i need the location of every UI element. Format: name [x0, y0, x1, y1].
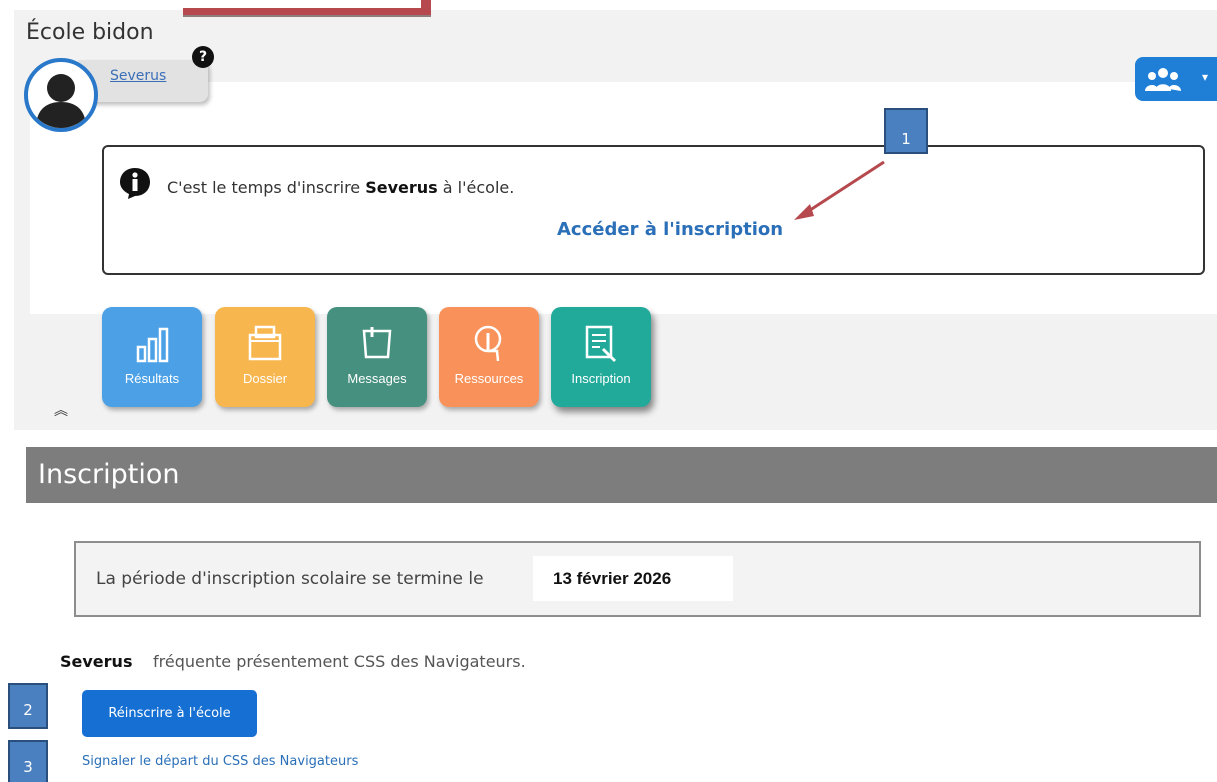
users-group-icon — [1145, 68, 1181, 91]
callout-marker-1: 1 — [884, 108, 928, 154]
tile-label: Messages — [347, 371, 407, 386]
caret-down-icon: ▾ — [1202, 70, 1209, 84]
annotation-arrow — [794, 160, 885, 220]
folder-icon — [248, 325, 282, 361]
annotation-line — [183, 8, 431, 17]
person-silhouette-icon — [36, 74, 86, 128]
info-student-name: Severus — [365, 178, 438, 197]
access-registration-link[interactable]: Accéder à l'inscription — [557, 219, 783, 240]
section-header: Inscription — [26, 447, 1217, 503]
tile-label: Ressources — [454, 371, 524, 386]
school-name: École bidon — [26, 20, 154, 45]
tile-dossier[interactable]: Dossier — [215, 307, 315, 407]
bar-chart-icon — [136, 327, 169, 363]
annotation-line-vertical — [421, 0, 431, 14]
collapse-icon[interactable]: ︽ — [54, 400, 68, 420]
registration-end-date: 13 février 2026 — [533, 556, 733, 601]
form-icon — [585, 325, 617, 363]
info-message-suffix: à l'école. — [437, 178, 515, 197]
info-box — [102, 145, 1205, 275]
tile-resultats[interactable]: Résultats — [102, 307, 202, 407]
touch-icon — [474, 325, 502, 362]
student-name: Severus — [60, 652, 133, 671]
help-icon[interactable]: ? — [192, 46, 214, 68]
reinscribe-button[interactable]: Réinscrire à l'école — [82, 690, 257, 737]
current-school-text: fréquente présentement CSS des Navigateu… — [153, 652, 526, 671]
note-icon — [362, 327, 392, 359]
tile-messages[interactable]: Messages — [327, 307, 427, 407]
tile-label: Résultats — [124, 371, 180, 386]
callout-marker-2: 2 — [8, 683, 48, 729]
tile-inscription[interactable]: Inscription — [551, 307, 651, 407]
user-name-link[interactable]: Severus — [110, 68, 166, 84]
info-message: C'est le temps d'inscrire Severus à l'éc… — [167, 178, 514, 197]
tile-label: Dossier — [242, 371, 288, 386]
info-icon — [120, 168, 150, 199]
tile-label: Inscription — [571, 371, 631, 386]
tile-ressources[interactable]: Ressources — [439, 307, 539, 407]
info-message-prefix: C'est le temps d'inscrire — [167, 178, 366, 197]
report-departure-link[interactable]: Signaler le départ du CSS des Navigateur… — [82, 754, 358, 769]
registration-period-text: La période d'inscription scolaire se ter… — [96, 569, 484, 589]
avatar[interactable] — [24, 58, 98, 132]
callout-marker-3: 3 — [8, 740, 48, 782]
